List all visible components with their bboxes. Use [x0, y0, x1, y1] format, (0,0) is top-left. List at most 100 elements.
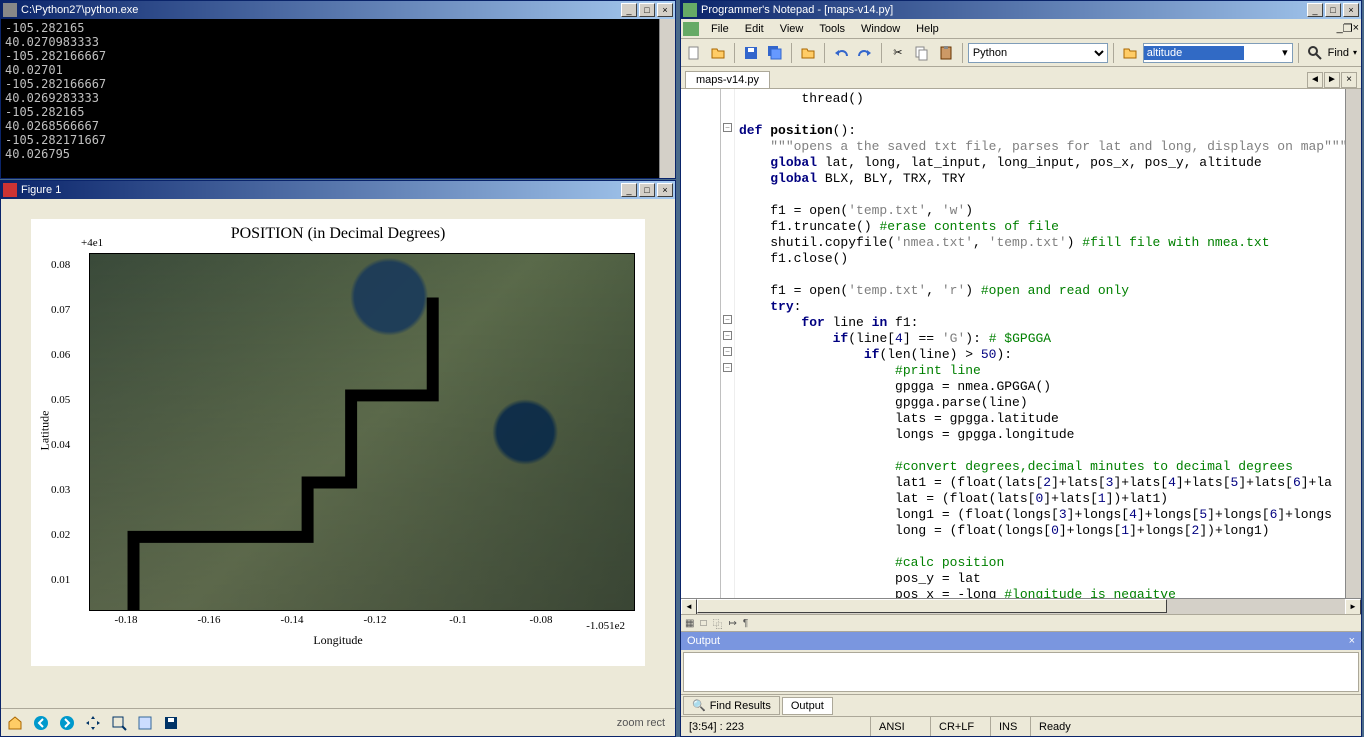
menu-view[interactable]: View	[772, 21, 812, 37]
y-offset-label: +4e1	[81, 237, 103, 249]
close-button[interactable]: ×	[657, 3, 673, 17]
tk-icon	[3, 183, 17, 197]
document-tabs: maps-v14.py ◄ ► ×	[681, 67, 1361, 89]
figure-title: Figure 1	[21, 184, 619, 196]
menu-edit[interactable]: Edit	[737, 21, 772, 37]
home-button[interactable]	[3, 711, 27, 735]
copy-icon[interactable]	[911, 42, 933, 64]
status-position: [3:54] : 223	[681, 717, 871, 736]
fold-box-icon[interactable]: −	[723, 315, 732, 324]
zoom-button[interactable]	[107, 711, 131, 735]
redo-icon[interactable]	[854, 42, 876, 64]
pan-button[interactable]	[81, 711, 105, 735]
console-title: C:\Python27\python.exe	[21, 4, 619, 16]
code-text[interactable]: thread() def position(): """opens a the …	[735, 89, 1345, 598]
xtick: -0.18	[115, 614, 138, 626]
find-icon[interactable]	[1304, 42, 1326, 64]
minimize-button[interactable]: _	[1307, 3, 1323, 17]
fold-box-icon[interactable]: −	[723, 331, 732, 340]
console-output[interactable]: -105.282165 40.0270983333 -105.282166667…	[1, 19, 659, 178]
open-file-icon[interactable]	[707, 42, 729, 64]
fold-box-icon[interactable]: −	[723, 123, 732, 132]
output-panel-header[interactable]: Output ×	[681, 632, 1361, 650]
xtick: -0.12	[364, 614, 387, 626]
output-panel-body[interactable]	[683, 652, 1359, 692]
save-button[interactable]	[159, 711, 183, 735]
tool-icon[interactable]: ▦	[685, 618, 694, 629]
maximize-button[interactable]: □	[639, 3, 655, 17]
output-close-icon[interactable]: ×	[1349, 635, 1355, 647]
undo-icon[interactable]	[830, 42, 852, 64]
minimize-button[interactable]: _	[621, 183, 637, 197]
tab-close-button[interactable]: ×	[1341, 72, 1357, 88]
paste-icon[interactable]	[935, 42, 957, 64]
minimize-button[interactable]: _	[621, 3, 637, 17]
figure-window: Figure 1 _ □ × POSITION (in Decimal Degr…	[0, 180, 676, 737]
x-offset-label: -1.051e2	[586, 620, 625, 632]
scroll-thumb[interactable]	[697, 599, 1167, 613]
tab-next-button[interactable]: ►	[1324, 72, 1340, 88]
scroll-right-icon[interactable]: ►	[1345, 599, 1361, 615]
maximize-button[interactable]: □	[639, 183, 655, 197]
map-canvas[interactable]	[89, 253, 635, 611]
forward-button[interactable]	[55, 711, 79, 735]
console-scrollbar[interactable]	[659, 19, 675, 178]
save-icon[interactable]	[740, 42, 762, 64]
menu-tools[interactable]: Tools	[811, 21, 853, 37]
find-dropdown-icon[interactable]: ▾	[1351, 48, 1359, 57]
menubar: File Edit View Tools Window Help _ ❐ ×	[681, 19, 1361, 39]
close-button[interactable]: ×	[657, 183, 673, 197]
search-combo[interactable]: altitude▾	[1143, 43, 1293, 63]
console-icon	[3, 3, 17, 17]
back-button[interactable]	[29, 711, 53, 735]
menu-window[interactable]: Window	[853, 21, 908, 37]
tool-icon[interactable]: ¶	[743, 618, 748, 629]
code-scrollbar-v[interactable]	[1345, 89, 1361, 598]
doc-restore-button[interactable]: ❐	[1343, 22, 1353, 35]
configure-button[interactable]	[133, 711, 157, 735]
plot-area[interactable]: POSITION (in Decimal Degrees) +4e1 Latit…	[31, 219, 645, 666]
tab-maps-v14[interactable]: maps-v14.py	[685, 71, 770, 88]
menu-file[interactable]: File	[703, 21, 737, 37]
pn-titlebar[interactable]: Programmer's Notepad - [maps-v14.py] _ □…	[681, 1, 1361, 19]
fold-box-icon[interactable]: −	[723, 363, 732, 372]
code-editor[interactable]: − − − − − thread() def position(): """op…	[681, 89, 1361, 598]
chart-title: POSITION (in Decimal Degrees)	[31, 225, 645, 243]
fold-gutter[interactable]: − − − − −	[721, 89, 735, 598]
pn-app-icon	[683, 22, 699, 36]
xtick: -0.14	[281, 614, 304, 626]
cut-icon[interactable]: ✂	[887, 42, 909, 64]
tab-prev-button[interactable]: ◄	[1307, 72, 1323, 88]
tab-find-results[interactable]: 🔍Find Results	[683, 696, 780, 715]
pn-title: Programmer's Notepad - [maps-v14.py]	[701, 4, 1305, 16]
save-all-icon[interactable]	[764, 42, 786, 64]
xtick: -0.08	[530, 614, 553, 626]
ytick: 0.06	[51, 349, 70, 361]
doc-close-button[interactable]: ×	[1353, 22, 1359, 35]
figure-titlebar[interactable]: Figure 1 _ □ ×	[1, 181, 675, 199]
toolbar-folder-icon[interactable]	[1119, 42, 1141, 64]
xtick: -0.16	[198, 614, 221, 626]
code-scrollbar-h[interactable]: ◄ ►	[681, 598, 1361, 614]
tab-output[interactable]: Output	[782, 697, 833, 715]
language-combo[interactable]: Python	[968, 43, 1108, 63]
status-ins: INS	[991, 717, 1031, 736]
fold-box-icon[interactable]: −	[723, 347, 732, 356]
console-titlebar[interactable]: C:\Python27\python.exe _ □ ×	[1, 1, 675, 19]
tool-icon[interactable]: ↦	[729, 618, 737, 629]
status-encoding: ANSI	[871, 717, 931, 736]
new-file-icon[interactable]	[683, 42, 705, 64]
bottom-tabs: 🔍Find Results Output	[681, 694, 1361, 716]
tool-icon[interactable]: ⿻	[713, 616, 723, 631]
tool-icon[interactable]: □	[700, 618, 706, 629]
maximize-button[interactable]: □	[1325, 3, 1341, 17]
xtick: -0.1	[449, 614, 466, 626]
project-icon[interactable]	[797, 42, 819, 64]
toolbar-status: zoom rect	[617, 717, 665, 729]
ytick: 0.03	[51, 484, 70, 496]
close-button[interactable]: ×	[1343, 3, 1359, 17]
menu-help[interactable]: Help	[908, 21, 947, 37]
search-icon: 🔍	[692, 699, 706, 712]
figure-body: POSITION (in Decimal Degrees) +4e1 Latit…	[1, 199, 675, 736]
scroll-left-icon[interactable]: ◄	[681, 599, 697, 615]
